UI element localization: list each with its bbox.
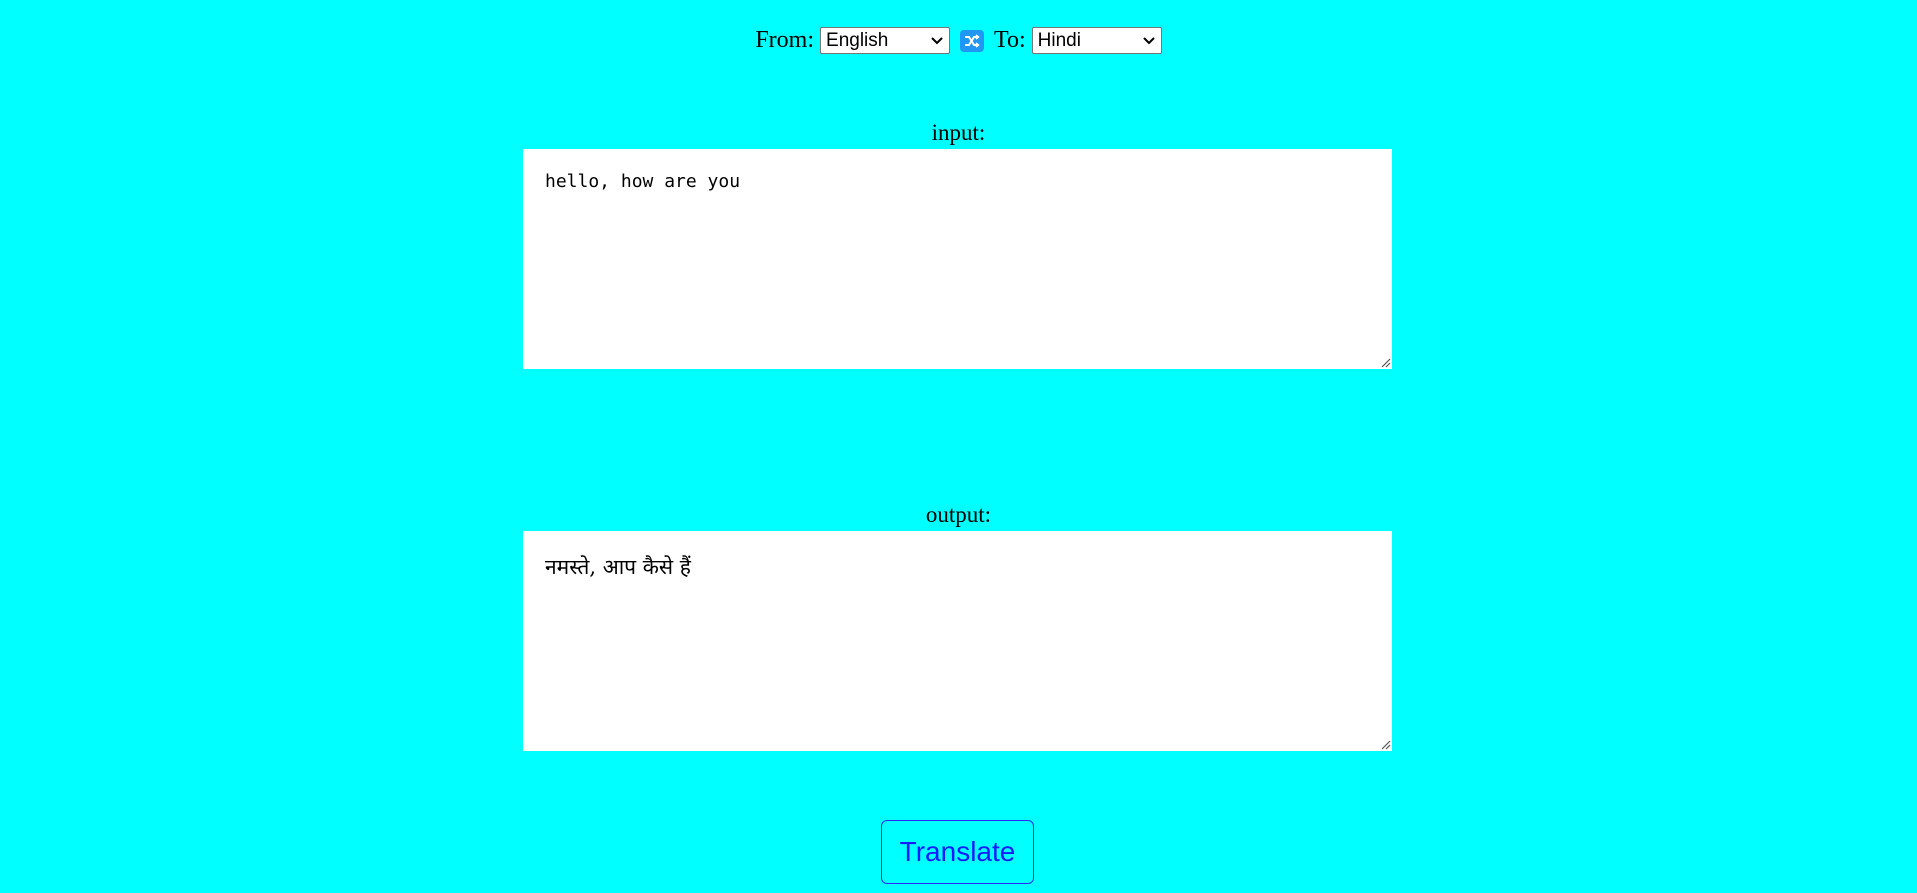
input-textarea[interactable]: hello, how are you [523,149,1392,369]
from-language-select[interactable]: English [820,27,951,54]
chevron-down-icon [1142,37,1155,45]
output-label: output: [925,502,992,527]
resize-grip-icon[interactable] [1379,738,1391,750]
resize-grip-icon[interactable] [1379,356,1391,368]
to-label: To: [994,27,1026,53]
from-label: From: [755,27,815,53]
from-language-value: English [826,30,889,51]
language-bar: From: English To: Hindi [0,27,1917,54]
to-language-select[interactable]: Hindi [1031,27,1162,54]
swap-languages-button[interactable] [960,29,985,52]
shuffle-icon [965,33,980,48]
translate-button[interactable]: Translate [881,820,1034,884]
to-language-value: Hindi [1037,30,1081,51]
output-text: नमस्ते, आप कैसे हैं [545,555,691,579]
chevron-down-icon [931,37,943,45]
input-label: input: [931,120,986,145]
input-text: hello, how are you [545,171,741,192]
output-textarea[interactable]: नमस्ते, आप कैसे हैं [523,531,1392,751]
